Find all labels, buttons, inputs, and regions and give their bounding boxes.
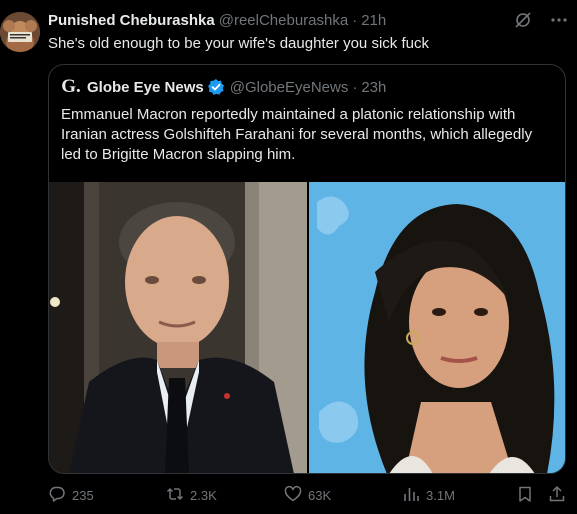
quote-separator-dot: · xyxy=(352,78,358,96)
like-button[interactable]: 63K xyxy=(284,485,331,506)
heart-icon xyxy=(284,485,302,506)
quote-author-handle[interactable]: @GlobeEyeNews xyxy=(230,79,349,96)
photo-woman-portrait[interactable] xyxy=(309,182,565,473)
quote-author-name[interactable]: Globe Eye News xyxy=(87,79,204,96)
quote-text: Emmanuel Macron reportedly maintained a … xyxy=(61,106,533,163)
quote-media[interactable] xyxy=(49,182,565,473)
avatar[interactable] xyxy=(0,12,40,52)
quote-timestamp[interactable]: 23h xyxy=(361,79,386,96)
more-icon[interactable] xyxy=(549,10,569,30)
bookmark-button[interactable] xyxy=(516,485,534,506)
author-name[interactable]: Punished Cheburashka xyxy=(48,12,215,29)
retweet-icon xyxy=(166,485,184,506)
like-count: 63K xyxy=(308,487,332,503)
tweet-top-actions xyxy=(513,10,569,30)
quote-header: G. Globe Eye News @GlobeEyeNews · 23h xyxy=(61,76,386,97)
quoted-tweet[interactable]: G. Globe Eye News @GlobeEyeNews · 23h Em… xyxy=(48,64,566,474)
tweet-timestamp[interactable]: 21h xyxy=(361,12,386,29)
verified-badge-icon xyxy=(207,78,225,96)
grok-icon[interactable] xyxy=(513,10,533,30)
share-button[interactable] xyxy=(548,485,566,506)
reply-button[interactable]: 235 xyxy=(48,485,94,506)
author-handle[interactable]: @reelCheburashka xyxy=(219,12,348,29)
photo-man-in-suit[interactable] xyxy=(49,182,307,473)
views-icon xyxy=(402,485,420,506)
quote-avatar-logo[interactable]: G. xyxy=(61,76,81,97)
tweet-text: She's old enough to be your wife's daugh… xyxy=(48,35,429,52)
view-count: 3.1M xyxy=(426,487,455,503)
retweet-button[interactable]: 2.3K xyxy=(166,485,217,506)
tweet[interactable]: Punished Cheburashka @reelCheburashka · … xyxy=(0,0,577,514)
tweet-header: Punished Cheburashka @reelCheburashka · … xyxy=(48,10,537,30)
reply-icon xyxy=(48,485,66,506)
bookmark-icon xyxy=(516,485,534,506)
reply-count: 235 xyxy=(72,487,94,503)
share-icon xyxy=(548,485,566,506)
retweet-count: 2.3K xyxy=(190,487,217,503)
views-button[interactable]: 3.1M xyxy=(402,485,455,506)
separator-dot: · xyxy=(352,11,358,29)
tweet-actions: 235 2.3K 63K 3.1M xyxy=(48,484,566,506)
